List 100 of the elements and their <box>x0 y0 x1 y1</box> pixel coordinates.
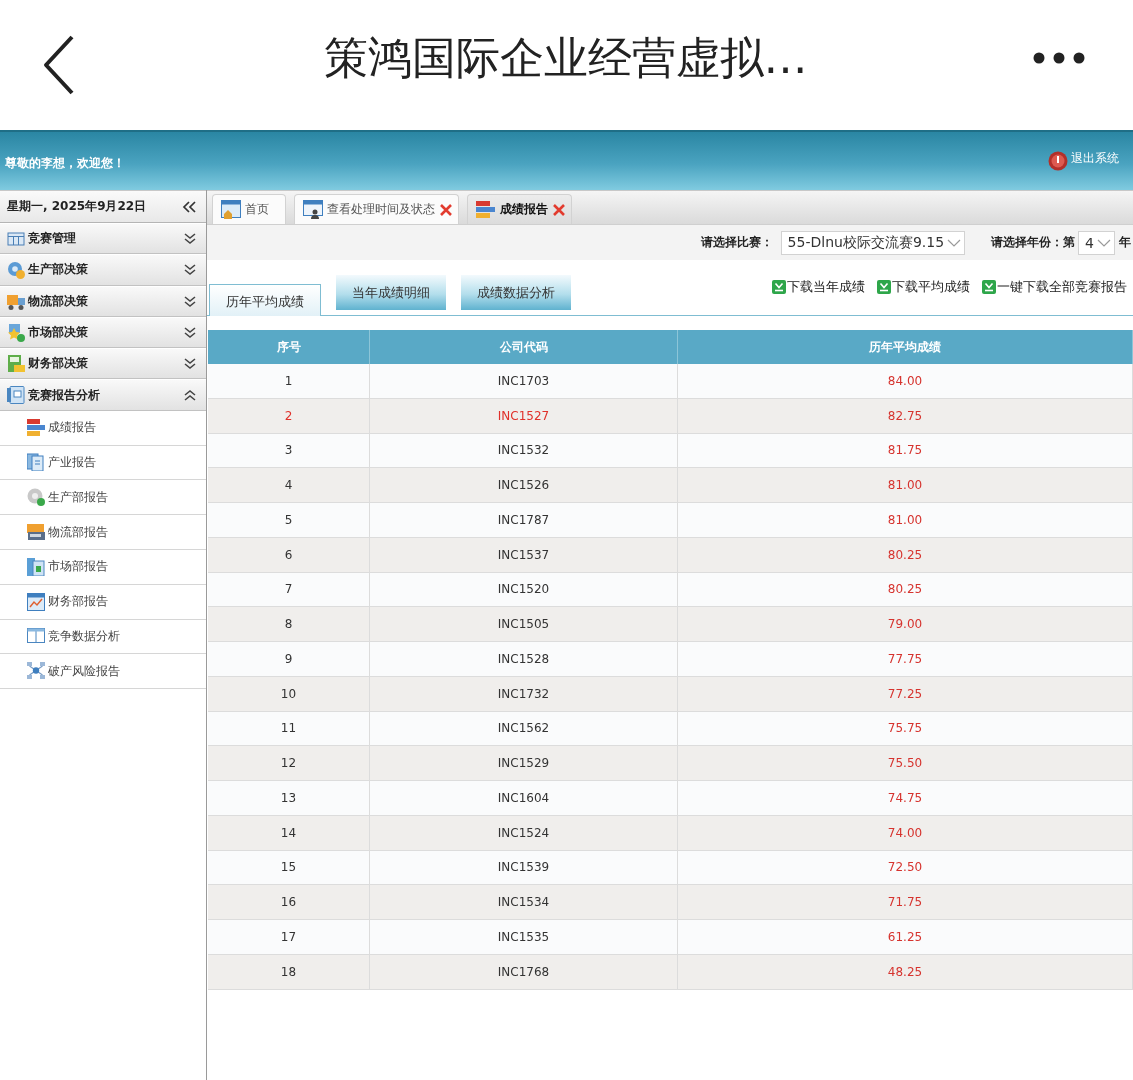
table-cell: 75.75 <box>678 711 1133 747</box>
nav-item[interactable]: 竞争数据分析 <box>0 619 206 655</box>
table-cell: INC1526 <box>370 468 678 503</box>
table-cell: INC1527 <box>370 398 678 434</box>
tab[interactable]: 成绩报告 <box>467 194 572 224</box>
nav-item[interactable]: 产业报告 <box>0 445 206 481</box>
table-cell: 14 <box>208 815 370 851</box>
table-cell: 81.00 <box>678 468 1133 503</box>
nav-item[interactable]: 生产部报告 <box>0 480 206 516</box>
column-header: 历年平均成绩 <box>678 330 1133 364</box>
table-cell: 12 <box>208 746 370 781</box>
report-tab[interactable]: 历年平均成绩 <box>209 284 321 316</box>
notebook-icon <box>7 386 25 405</box>
year-suffix-text: 年 <box>1119 234 1131 251</box>
download-icon <box>982 280 996 294</box>
table-cell: INC1532 <box>370 433 678 469</box>
nav-section-header[interactable]: 生产部决策 <box>0 254 206 286</box>
nav-item[interactable]: 物流部报告 <box>0 515 206 550</box>
date-text: 星期一, 2025年9月22日 <box>7 198 147 215</box>
page-title: 策鸿国际企业经营虚拟… <box>322 30 809 85</box>
close-icon[interactable] <box>439 202 453 217</box>
table-cell: INC1528 <box>370 642 678 677</box>
nav-section-header[interactable]: 市场部决策 <box>0 316 206 349</box>
nav-item[interactable]: 成绩报告 <box>0 410 206 446</box>
filter-label: 请选择年份： <box>991 234 1064 251</box>
table-cell: INC1604 <box>370 781 678 816</box>
year-prefix-text: 第 <box>1063 234 1076 251</box>
table-cell: 80.25 <box>678 537 1133 573</box>
table-cell: 17 <box>208 920 370 955</box>
download-link[interactable]: 下载平均成绩 <box>877 278 970 296</box>
table-cell: INC1703 <box>370 364 678 399</box>
table-cell: 81.00 <box>678 503 1133 538</box>
gear-icon <box>7 260 25 279</box>
window-user-icon <box>303 200 323 219</box>
download-link[interactable]: 一键下载全部竞赛报告 <box>982 278 1127 296</box>
table-cell: INC1732 <box>370 676 678 712</box>
table-cell: 71.75 <box>678 885 1133 920</box>
table-cell: 77.25 <box>678 676 1133 712</box>
table-cell: 81.75 <box>678 433 1133 469</box>
truck-icon <box>27 523 45 542</box>
table-cell: 3 <box>208 433 370 469</box>
table-cell: INC1505 <box>370 607 678 642</box>
books-icon <box>476 200 496 219</box>
window-icon <box>27 627 45 646</box>
star-icon <box>7 323 25 342</box>
nav-item[interactable]: 破产风险报告 <box>0 654 206 690</box>
table-cell: 80.25 <box>678 572 1133 608</box>
table-cell: 1 <box>208 364 370 399</box>
table-cell: INC1787 <box>370 503 678 538</box>
nav-section-header[interactable]: 物流部决策 <box>0 285 206 317</box>
table-cell: INC1534 <box>370 885 678 920</box>
table-cell: 10 <box>208 676 370 712</box>
table-cell: INC1539 <box>370 850 678 886</box>
table-cell: 74.75 <box>678 781 1133 816</box>
home-window-icon <box>221 200 241 219</box>
book-icon <box>27 557 45 576</box>
table-cell: INC1524 <box>370 815 678 851</box>
gear-icon <box>27 488 45 507</box>
close-icon[interactable] <box>552 202 566 217</box>
truck-icon <box>7 292 25 311</box>
table-cell: 16 <box>208 885 370 920</box>
year-select[interactable]: 4 <box>1078 230 1115 255</box>
table-cell: 18 <box>208 954 370 990</box>
table-cell: 2 <box>208 398 370 434</box>
table-cell: 5 <box>208 503 370 538</box>
download-icon <box>877 280 891 294</box>
column-header: 序号 <box>208 330 370 364</box>
report-tab[interactable]: 成绩数据分析 <box>461 275 571 310</box>
contest-select[interactable]: 55-Dlnu校际交流赛9.15 <box>780 230 966 255</box>
nav-section-header[interactable]: 竞赛报告分析 <box>0 379 206 411</box>
column-header: 公司代码 <box>370 330 678 364</box>
report-tab[interactable]: 当年成绩明细 <box>336 275 446 310</box>
table-cell: INC1537 <box>370 537 678 573</box>
back-icon[interactable] <box>42 34 76 96</box>
more-icon[interactable] <box>1033 52 1085 64</box>
power-icon <box>1048 151 1068 171</box>
nav-section-header[interactable]: 竞赛管理 <box>0 223 206 255</box>
download-icon <box>772 280 786 294</box>
nav-item[interactable]: 市场部报告 <box>0 549 206 585</box>
documents-icon <box>27 453 45 472</box>
table-icon <box>7 229 25 248</box>
tab[interactable]: 首页 <box>212 194 286 224</box>
table-cell: 77.75 <box>678 642 1133 677</box>
table-cell: 75.50 <box>678 746 1133 781</box>
table-cell: INC1529 <box>370 746 678 781</box>
double-chevron-left-icon[interactable] <box>182 199 197 214</box>
table-cell: 11 <box>208 711 370 747</box>
chart-icon <box>27 592 45 611</box>
nav-item[interactable]: 财务部报告 <box>0 584 206 620</box>
table-cell: INC1768 <box>370 954 678 990</box>
table-cell: INC1520 <box>370 572 678 608</box>
download-link[interactable]: 下载当年成绩 <box>772 278 865 296</box>
table-cell: 8 <box>208 607 370 642</box>
nav-section-header[interactable]: 财务部决策 <box>0 348 206 380</box>
tab[interactable]: 查看处理时间及状态 <box>294 194 459 224</box>
table-cell: 4 <box>208 468 370 503</box>
table-cell: 74.00 <box>678 815 1133 851</box>
table-cell: INC1562 <box>370 711 678 747</box>
table-cell: 9 <box>208 642 370 677</box>
table-cell: 7 <box>208 572 370 608</box>
